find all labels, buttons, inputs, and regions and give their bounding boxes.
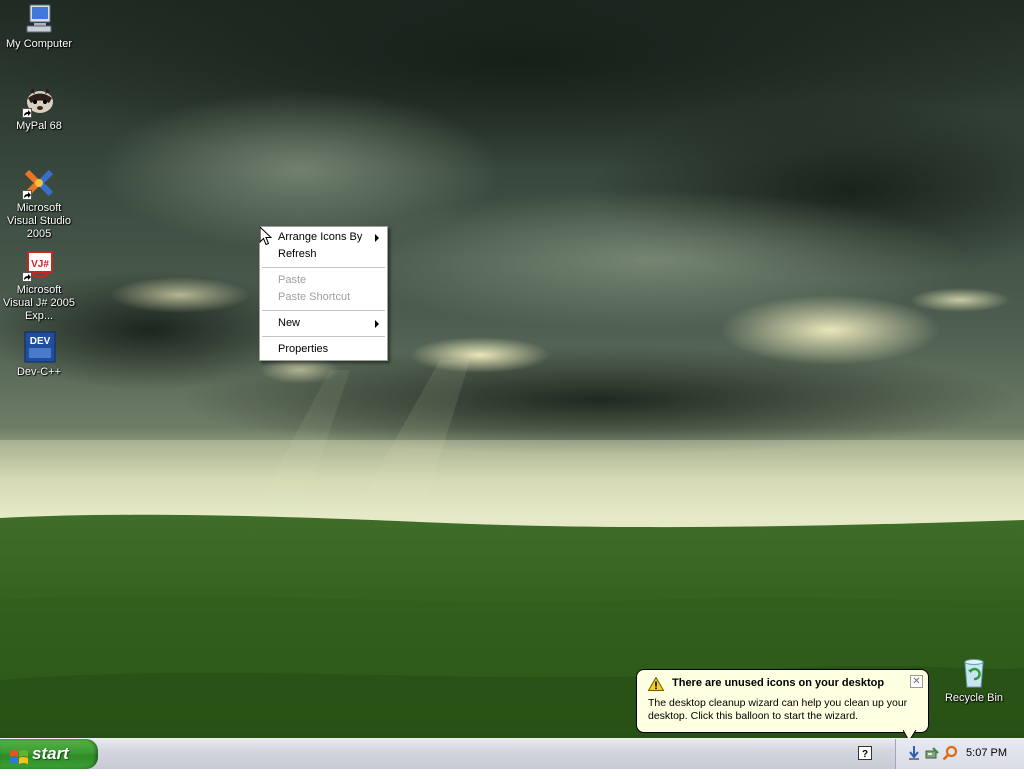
help-tray-icon[interactable]: ? xyxy=(858,746,872,760)
system-tray: 5:07 PM xyxy=(895,739,1024,769)
mypal-icon xyxy=(22,84,56,118)
desktop-icon-label: Dev-C++ xyxy=(16,366,62,378)
desktop-icon-dev-cpp[interactable]: DEV Dev-C++ xyxy=(0,330,78,379)
taskbar-clock[interactable]: 5:07 PM xyxy=(966,747,1007,759)
dev-cpp-icon: DEV xyxy=(22,330,56,364)
shortcut-arrow-icon xyxy=(22,272,32,282)
warning-icon xyxy=(647,676,665,694)
desktop-icon-label: Microsoft Visual J# 2005 Exp... xyxy=(3,284,75,322)
desktop-icon-recycle-bin[interactable]: Recycle Bin xyxy=(935,656,1013,705)
start-label: start xyxy=(32,744,69,763)
menu-item-label: Paste Shortcut xyxy=(278,291,351,303)
desktop-icon-visual-jsharp[interactable]: VJ# Microsoft Visual J# 2005 Exp... xyxy=(0,248,78,323)
my-computer-icon xyxy=(22,2,56,36)
menu-item-refresh[interactable]: Refresh xyxy=(260,246,387,263)
devcpp-badge-text: DEV xyxy=(30,336,51,347)
menu-item-label: Paste xyxy=(278,274,307,286)
menu-item-paste-shortcut: Paste Shortcut xyxy=(260,289,387,306)
menu-item-label: Properties xyxy=(278,343,329,355)
submenu-arrow-icon xyxy=(375,320,379,328)
search-tray-icon[interactable] xyxy=(942,745,958,761)
help-glyph: ? xyxy=(862,749,868,760)
network-download-icon[interactable] xyxy=(906,745,922,761)
desktop-icon-my-computer[interactable]: My Computer xyxy=(0,2,78,51)
taskbar: start ? 5:07 PM xyxy=(0,738,1024,769)
balloon-message: The desktop cleanup wizard can help you … xyxy=(648,697,908,722)
safely-remove-icon[interactable] xyxy=(924,745,940,761)
visual-studio-icon xyxy=(22,166,56,200)
shortcut-arrow-icon xyxy=(22,190,32,200)
menu-item-label: Refresh xyxy=(278,248,317,260)
menu-item-new[interactable]: New xyxy=(260,315,387,332)
desktop-context-menu: Arrange Icons By Refresh Paste Paste Sho… xyxy=(259,226,388,361)
desktop-icon-visual-studio[interactable]: Microsoft Visual Studio 2005 xyxy=(0,166,78,241)
desktop-icon-label: Microsoft Visual Studio 2005 xyxy=(6,202,71,240)
menu-item-arrange-icons-by[interactable]: Arrange Icons By xyxy=(260,229,387,246)
menu-separator xyxy=(262,310,385,311)
menu-item-label: Arrange Icons By xyxy=(278,231,363,243)
visual-jsharp-icon: VJ# xyxy=(22,248,56,282)
start-button[interactable]: start xyxy=(0,739,98,769)
desktop-icon-label: Recycle Bin xyxy=(944,692,1004,704)
shortcut-arrow-icon xyxy=(22,108,32,118)
balloon-close-button[interactable]: ✕ xyxy=(910,675,923,688)
desktop-icon-label: My Computer xyxy=(5,38,73,50)
desktop-cleanup-balloon[interactable]: There are unused icons on your desktop ✕… xyxy=(636,669,929,733)
jsharp-badge-text: VJ# xyxy=(31,259,49,270)
menu-separator xyxy=(262,336,385,337)
recycle-bin-icon xyxy=(957,656,991,690)
desktop-wallpaper[interactable] xyxy=(0,0,1024,738)
balloon-title: There are unused icons on your desktop xyxy=(672,677,885,689)
menu-item-paste: Paste xyxy=(260,272,387,289)
submenu-arrow-icon xyxy=(375,234,379,242)
desktop-icon-mypal[interactable]: MyPal 68 xyxy=(0,84,78,133)
mouse-pointer-icon xyxy=(259,225,273,249)
menu-item-properties[interactable]: Properties xyxy=(260,341,387,358)
menu-item-label: New xyxy=(278,317,301,329)
windows-logo-icon xyxy=(9,746,29,776)
desktop-icon-label: MyPal 68 xyxy=(16,120,62,132)
menu-separator xyxy=(262,267,385,268)
